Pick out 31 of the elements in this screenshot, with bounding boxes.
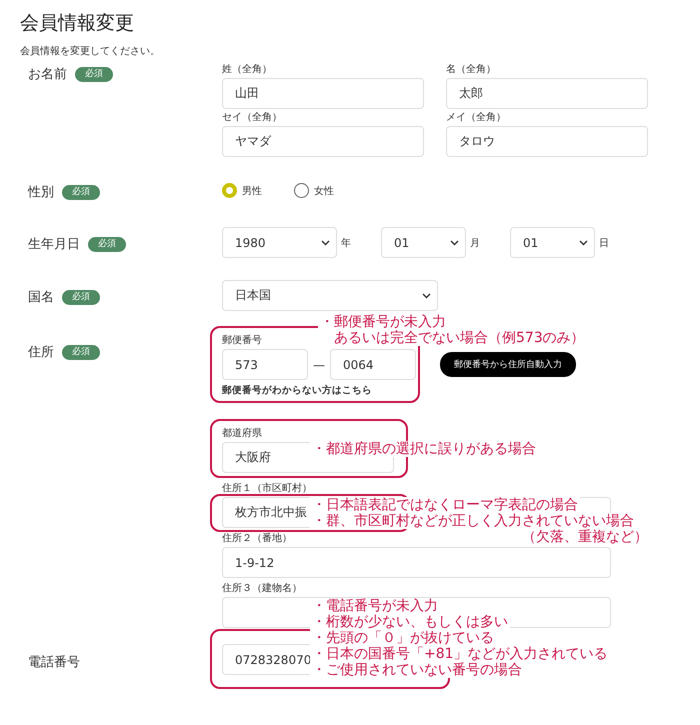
unit-label: 年 — [341, 236, 352, 250]
annotation-tooltip: ・ご使用されていない番号の場合 — [310, 662, 524, 678]
required-badge: 必須 — [62, 184, 100, 200]
field-label: 国名 — [28, 289, 54, 306]
sub-label: 名（全角） — [446, 63, 496, 76]
unit-label: 月 — [470, 236, 481, 250]
sub-label: 郵便番号 — [222, 334, 262, 347]
sub-label: 都道府県 — [222, 427, 262, 440]
page-description: 会員情報を変更してください。 — [20, 44, 161, 58]
field-label: 住所 — [28, 344, 54, 361]
sub-label: 住所２（番地） — [222, 532, 292, 545]
unit-label: 日 — [599, 236, 610, 250]
required-badge: 必須 — [75, 66, 113, 82]
sub-label: 住所３（建物名） — [222, 582, 302, 595]
field-label: 生年月日 — [28, 236, 80, 253]
page-title: 会員情報変更 — [20, 11, 135, 36]
annotation-tooltip: ・群、市区町村などが正しく入力されていない場合 — [310, 513, 636, 529]
required-badge: 必須 — [62, 344, 100, 360]
required-badge: 必須 — [88, 236, 126, 252]
annotation-tooltip: ・日本語表記ではなくローマ字表記の場合 — [310, 497, 580, 513]
annotation-tooltip: ・都道府県の選択に誤りがある場合 — [310, 441, 538, 457]
field-label: 電話番号 — [28, 654, 80, 671]
dash-text: — — [313, 358, 325, 372]
required-badge: 必須 — [62, 290, 100, 304]
annotation-tooltip: ・桁数が少ない、もしくは多い — [310, 614, 510, 630]
sub-label: セイ（全角） — [222, 111, 282, 124]
sub-label: 住所１（市区町村） — [222, 482, 312, 495]
sub-label: メイ（全角） — [446, 111, 506, 124]
sub-label: 姓（全角） — [222, 63, 272, 76]
field-label: お名前 — [28, 66, 67, 83]
field-label: 性別 — [28, 184, 54, 201]
